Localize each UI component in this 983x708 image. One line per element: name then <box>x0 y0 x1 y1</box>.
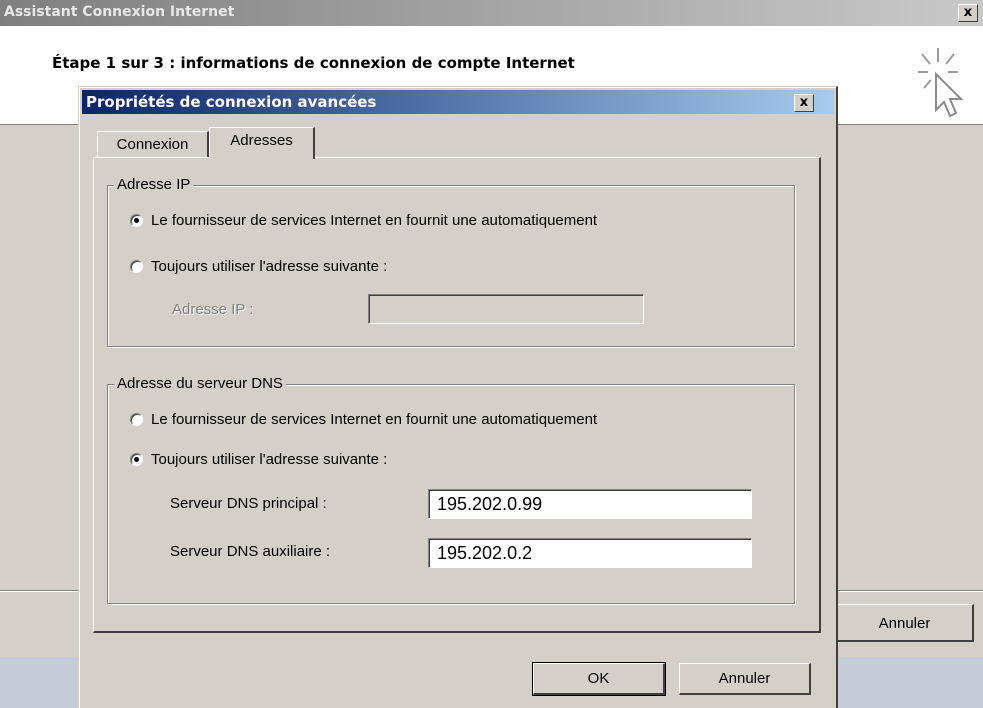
ip-address-group: Adresse IP Le fournisseur de services In… <box>107 176 795 347</box>
wizard-cancel-button[interactable]: Annuler <box>836 604 974 642</box>
wizard-title: Assistant Connexion Internet <box>4 4 235 20</box>
dialog-title: Propriétés de connexion avancées <box>86 93 377 111</box>
dns-auto-option[interactable]: Le fournisseur de services Internet en f… <box>130 409 597 431</box>
cancel-button[interactable]: Annuler <box>679 663 811 695</box>
dns-manual-option[interactable]: Toujours utiliser l'adresse suivante : <box>130 449 387 471</box>
dns-manual-radio[interactable] <box>130 452 143 466</box>
wizard-close-button[interactable]: x <box>958 4 978 22</box>
dns-primary-label: Serveur DNS principal : <box>170 495 327 512</box>
cursor-click-icon <box>918 48 964 118</box>
ip-auto-radio[interactable] <box>130 213 143 227</box>
ip-address-field <box>368 294 644 324</box>
ip-manual-option[interactable]: Toujours utiliser l'adresse suivante : <box>130 256 387 278</box>
dns-auto-radio[interactable] <box>130 412 143 426</box>
dialog-titlebar[interactable]: Propriétés de connexion avancées x <box>82 90 834 114</box>
dialog-close-button[interactable]: x <box>794 94 814 112</box>
wizard-titlebar: Assistant Connexion Internet x <box>0 0 983 26</box>
dns-secondary-field[interactable]: 195.202.0.2 <box>428 538 752 568</box>
ip-manual-radio[interactable] <box>130 259 143 273</box>
ip-auto-option[interactable]: Le fournisseur de services Internet en f… <box>130 210 597 232</box>
dns-server-group: Adresse du serveur DNS Le fournisseur de… <box>107 375 795 604</box>
ip-manual-label: Toujours utiliser l'adresse suivante : <box>151 258 388 275</box>
ok-button[interactable]: OK <box>532 662 666 696</box>
tab-connexion[interactable]: Connexion <box>97 131 209 157</box>
wizard-step-title: Étape 1 sur 3 : informations de connexio… <box>52 54 575 72</box>
dns-group-legend: Adresse du serveur DNS <box>114 375 286 392</box>
advanced-connection-properties-dialog: Propriétés de connexion avancées x Conne… <box>78 86 838 708</box>
dns-manual-label: Toujours utiliser l'adresse suivante : <box>151 451 388 468</box>
dns-primary-field[interactable]: 195.202.0.99 <box>428 489 752 519</box>
ip-address-label: Adresse IP : <box>172 301 254 318</box>
dns-auto-label: Le fournisseur de services Internet en f… <box>151 411 598 428</box>
tab-adresses[interactable]: Adresses <box>209 127 315 159</box>
ip-group-legend: Adresse IP <box>114 176 194 193</box>
ip-auto-label: Le fournisseur de services Internet en f… <box>151 212 598 229</box>
dns-secondary-label: Serveur DNS auxiliaire : <box>170 543 331 560</box>
